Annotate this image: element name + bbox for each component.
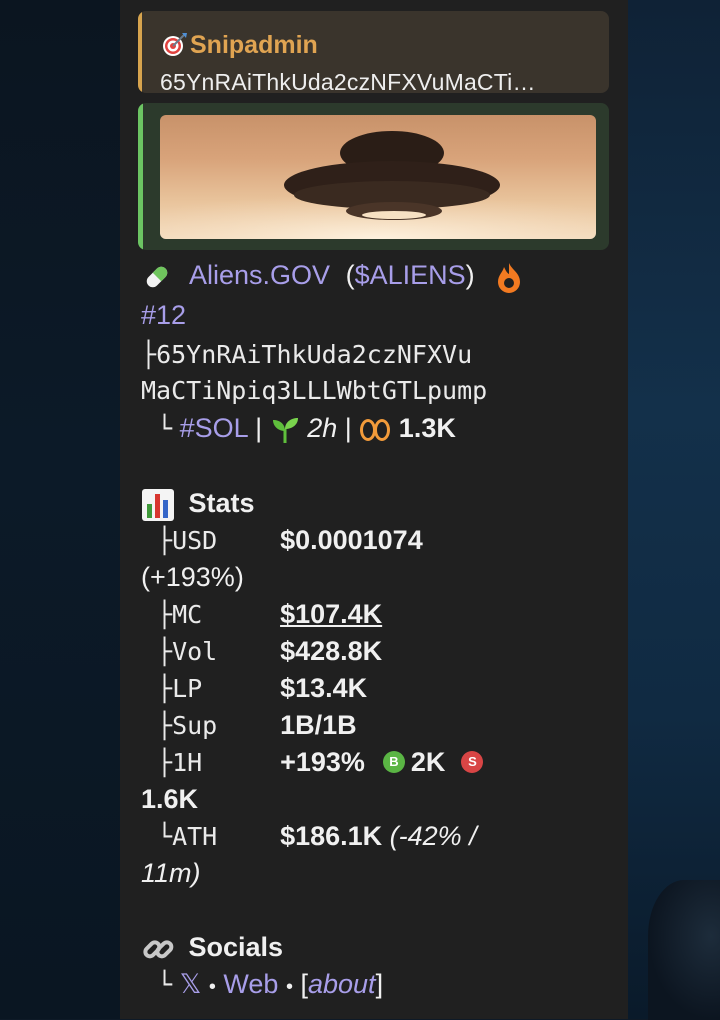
ath-detail-cont: 11m)	[141, 858, 201, 888]
tree-end: └	[157, 970, 173, 999]
tree-branch: ├	[141, 340, 157, 369]
x-link[interactable]: 𝕏	[180, 969, 202, 999]
stat-label-usd: USD	[172, 526, 218, 555]
token-age: 2h	[307, 413, 338, 443]
background-right	[628, 0, 720, 1020]
eyes-icon	[360, 418, 391, 441]
socials-heading: Socials	[141, 930, 283, 966]
stat-label-ath: ATH	[172, 822, 218, 851]
stats-heading: Stats	[141, 486, 255, 522]
token-header: Aliens.GOV ($ALIENS)	[141, 258, 524, 293]
sells-count: 1.6K	[141, 784, 199, 814]
stat-sup: ├Sup 1B/1B	[141, 708, 357, 743]
address-line-1[interactable]: ├65YnRAiThkUda2czNFXVu	[141, 338, 472, 372]
chain-link[interactable]: #SOL	[180, 413, 248, 443]
media-accent-bar	[138, 103, 143, 250]
tree-branch: ├	[157, 711, 173, 740]
stat-lp: ├LP $13.4K	[141, 671, 367, 706]
socials-title: Socials	[188, 932, 284, 962]
seedling-icon	[272, 417, 298, 443]
reply-sender-name: Snipadmin	[190, 31, 318, 59]
stat-label-sup: Sup	[172, 711, 218, 740]
about-close-bracket: ]	[375, 969, 384, 999]
stat-label-vol: Vol	[172, 637, 218, 666]
tree-branch: ├	[157, 600, 173, 629]
reply-sender: Snipadmin	[160, 31, 318, 59]
tree-end: └	[157, 822, 173, 851]
reply-quote[interactable]: Snipadmin 65YnRAiThkUda2czNFXVuMaCTi…	[138, 11, 609, 93]
background-rock	[648, 880, 720, 1020]
ticker-open-paren: (	[345, 260, 355, 290]
stat-vol: ├Vol $428.8K	[141, 634, 382, 669]
separator: |	[344, 413, 352, 443]
about-open-bracket: [	[300, 969, 308, 999]
pill-icon	[146, 266, 168, 288]
ath-detail: (-42% /	[389, 821, 477, 851]
sell-badge-icon: S	[461, 750, 484, 773]
about-link[interactable]: about	[308, 969, 376, 999]
stat-label-mc: MC	[172, 600, 203, 629]
ufo-illustration	[160, 131, 596, 239]
reply-accent-bar	[138, 11, 142, 93]
background-left	[0, 0, 120, 1019]
stat-usd: ├USD $0.0001074	[141, 523, 423, 558]
ticker-close-paren: )	[465, 260, 475, 290]
stat-label-1h: 1H	[172, 748, 203, 777]
tree-branch: ├	[157, 674, 173, 703]
stats-title: Stats	[188, 488, 255, 518]
tree-end: └	[157, 414, 173, 443]
bullet: •	[208, 976, 216, 998]
stat-ath: └ATH $186.1K (-42% /	[141, 819, 477, 854]
chain-line: └ #SOL | 2h | 1.3K	[141, 411, 456, 446]
rank-link[interactable]: #12	[141, 298, 186, 332]
bullet: •	[285, 976, 293, 998]
bar-chart-icon	[142, 488, 174, 521]
stat-usd-change: (+193%)	[141, 562, 244, 592]
stat-value-vol: $428.8K	[280, 636, 383, 666]
stat-value-sup: 1B/1B	[280, 710, 357, 740]
dart-target-icon	[163, 33, 187, 56]
ticker-link[interactable]: $ALIENS	[355, 260, 466, 290]
stat-value-mc[interactable]: $107.4K	[280, 599, 382, 629]
web-link[interactable]: Web	[223, 969, 278, 999]
token-name-link[interactable]: Aliens.GOV	[189, 260, 330, 290]
stat-1h: ├1H +193% B 2K S	[141, 745, 489, 780]
fire-icon	[498, 262, 521, 293]
stat-value-1h: +193%	[280, 747, 365, 777]
buys-count: 2K	[410, 747, 446, 777]
reply-text: 65YnRAiThkUda2czNFXVuMaCTi…	[160, 69, 536, 93]
tree-branch: ├	[157, 526, 173, 555]
link-icon	[143, 940, 174, 959]
stat-mc: ├MC $107.4K	[141, 597, 382, 632]
address-part-2[interactable]: MaCTiNpiq3LLLWbtGTLpump	[141, 374, 487, 408]
views-count: 1.3K	[398, 413, 456, 443]
tree-branch: ├	[157, 748, 173, 777]
stat-label-lp: LP	[172, 674, 203, 703]
separator: |	[255, 413, 263, 443]
socials-links: └ 𝕏 • Web • [about]	[141, 967, 383, 1004]
buy-badge-icon: B	[382, 750, 405, 773]
address-part-1[interactable]: 65YnRAiThkUda2czNFXVu	[156, 340, 472, 369]
tree-branch: ├	[157, 637, 173, 666]
stat-value-ath: $186.1K	[280, 821, 383, 851]
stat-value-lp: $13.4K	[280, 673, 368, 703]
media-preview[interactable]	[138, 103, 609, 250]
stat-value-usd: $0.0001074	[280, 525, 423, 555]
ufo-image[interactable]	[160, 115, 596, 239]
